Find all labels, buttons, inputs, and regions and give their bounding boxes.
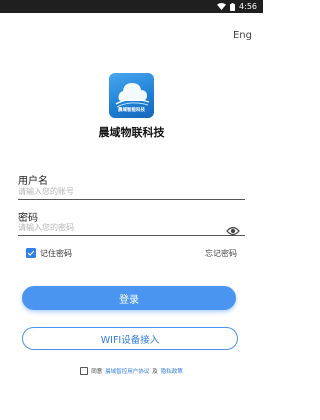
wifi-icon [217, 3, 227, 10]
status-bar: 4:56 [0, 0, 263, 13]
login-button[interactable]: 登录 [22, 286, 236, 310]
remember-label: 记住密码 [40, 248, 72, 258]
agreement-prefix: 同意 [91, 369, 103, 375]
password-input[interactable] [18, 220, 245, 236]
agreement-row: 同意 晨域智控用户协议 及 隐私政策 [0, 367, 263, 375]
agreement-checkbox[interactable] [80, 367, 89, 375]
remember-password[interactable]: 记住密码 [26, 247, 72, 259]
check-icon [27, 250, 35, 256]
forgot-password-link[interactable]: 忘记密码 [205, 248, 237, 259]
logo-text: 晨域智能科技 [118, 108, 145, 113]
username-input[interactable] [18, 184, 245, 200]
user-agreement-link[interactable]: 晨域智控用户协议 [105, 367, 149, 375]
login-screen: 4:56 Eng 晨域智能科技 晨域物联科技 用户名 密码 记住密码 忘记密码 … [0, 0, 263, 420]
status-time: 4:56 [239, 2, 257, 11]
app-logo: 晨域智能科技 [109, 73, 154, 118]
remember-checkbox[interactable] [26, 248, 36, 258]
wifi-device-access-button[interactable]: WIFI设备接入 [22, 327, 238, 350]
language-toggle[interactable]: Eng [233, 30, 252, 41]
privacy-policy-link[interactable]: 隐私政策 [161, 367, 183, 375]
battery-icon [230, 2, 236, 11]
brand-name: 晨域物联科技 [98, 126, 165, 139]
eye-icon[interactable] [226, 222, 240, 236]
agreement-conjunction: 及 [152, 369, 158, 375]
